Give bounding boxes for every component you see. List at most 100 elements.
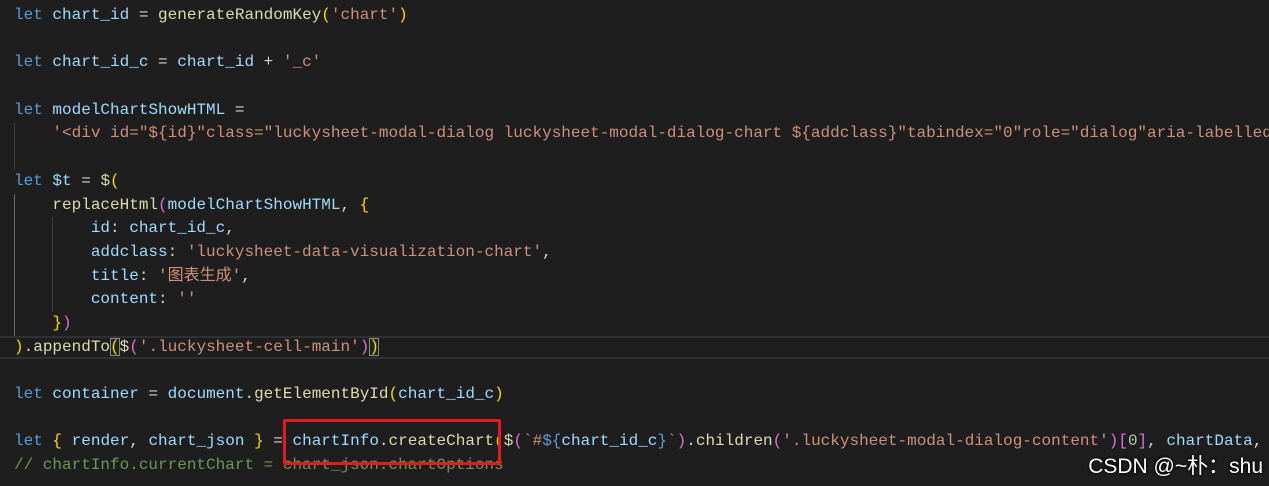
- code-line[interactable]: replaceHtml(modelChartShowHTML, {: [0, 194, 1269, 218]
- code-token: (: [513, 432, 523, 451]
- code-line[interactable]: let modelChartShowHTML =: [0, 99, 1269, 123]
- code-token: '图表生成': [158, 266, 242, 285]
- code-token: getElementById: [254, 385, 389, 403]
- code-token: ,: [1252, 432, 1263, 451]
- code-token: +: [254, 53, 283, 72]
- code-token: modelChartShowHTML: [167, 195, 341, 214]
- code-token: 'luckysheet-data-visualization-chart': [186, 242, 543, 261]
- code-token: ): [398, 6, 408, 24]
- code-line[interactable]: content: '': [0, 288, 1269, 312]
- code-token: (: [321, 6, 331, 24]
- code-line[interactable]: // chartInfo.currentChart = chart_json.c…: [0, 454, 1269, 478]
- code-token: let: [14, 385, 43, 403]
- code-token: (: [772, 432, 783, 451]
- matched-bracket: (: [110, 337, 120, 356]
- code-token: ,: [225, 219, 235, 238]
- code-token: (: [494, 432, 504, 451]
- code-token: chart_id_c: [129, 219, 226, 238]
- code-line[interactable]: [0, 407, 1269, 431]
- code-token: {: [359, 195, 370, 214]
- code-token: chart_id: [177, 53, 255, 72]
- code-token: (: [158, 195, 168, 214]
- code-token: =: [263, 432, 293, 451]
- code-token: ): [359, 337, 370, 356]
- code-token: (: [388, 385, 399, 403]
- code-token: .: [23, 337, 34, 356]
- code-line[interactable]: let { render, chart_json } = chartInfo.c…: [0, 430, 1269, 454]
- code-token: =: [225, 100, 245, 119]
- code-token: :: [138, 266, 159, 285]
- code-token: `: [667, 432, 677, 451]
- code-token: :: [110, 219, 130, 238]
- code-token: :: [158, 290, 178, 309]
- code-token: ${: [542, 432, 562, 451]
- code-token: ,: [542, 242, 552, 261]
- code-editor[interactable]: let chart_id = generateRandomKey('chart'…: [0, 0, 1269, 486]
- code-token: '.luckysheet-modal-dialog-content': [782, 432, 1109, 451]
- code-token: content: [90, 290, 159, 309]
- code-token: =: [138, 385, 168, 403]
- code-token: =: [129, 6, 159, 24]
- code-line[interactable]: [0, 75, 1269, 99]
- code-line[interactable]: }): [0, 312, 1269, 336]
- code-token: id: [90, 219, 111, 238]
- code-token: addclass: [90, 242, 168, 261]
- code-token: replaceHtml: [52, 195, 159, 214]
- code-token: $t: [52, 171, 72, 190]
- code-token: .: [244, 385, 255, 403]
- code-line[interactable]: [0, 359, 1269, 383]
- code-token: (: [110, 171, 120, 190]
- code-token: =: [71, 171, 101, 190]
- code-token: $: [503, 432, 514, 451]
- code-lines[interactable]: let chart_id = generateRandomKey('chart'…: [0, 4, 1269, 478]
- code-token: ): [676, 432, 687, 451]
- code-token: }: [52, 313, 63, 332]
- code-token: let: [14, 171, 43, 190]
- code-token: =: [148, 53, 178, 72]
- code-line[interactable]: [0, 28, 1269, 52]
- code-token: '': [177, 290, 197, 309]
- code-token: '.luckysheet-cell-main': [138, 337, 360, 356]
- code-token: ): [14, 337, 24, 356]
- code-token: 'chart': [330, 6, 399, 24]
- code-token: let: [14, 432, 43, 451]
- code-line[interactable]: let $t = $(: [0, 170, 1269, 194]
- code-token: modelChartShowHTML: [52, 100, 226, 119]
- csdn-watermark: CSDN @~朴：shu: [1088, 455, 1263, 478]
- code-token: let: [14, 100, 43, 119]
- code-line[interactable]: id: chart_id_c,: [0, 217, 1269, 241]
- code-token: chart_id_c: [52, 53, 149, 72]
- code-token: :: [167, 242, 187, 261]
- code-line[interactable]: '<div id="${id}"class="luckysheet-modal-…: [0, 122, 1269, 146]
- code-line[interactable]: [0, 146, 1269, 170]
- code-token: chartData: [1166, 432, 1253, 451]
- code-token: let: [14, 53, 43, 72]
- code-token: chart_id_c: [561, 432, 658, 451]
- code-token: ]: [1137, 432, 1148, 451]
- code-line[interactable]: let chart_id = generateRandomKey('chart'…: [0, 4, 1269, 28]
- code-token: 0: [1127, 432, 1138, 451]
- code-line-current[interactable]: ).appendTo($('.luckysheet-cell-main')): [0, 336, 1269, 360]
- code-line[interactable]: title: '图表生成',: [0, 265, 1269, 289]
- code-token: ,: [1147, 432, 1167, 451]
- code-token: }: [254, 432, 264, 451]
- code-token: $: [119, 337, 130, 356]
- code-token: [: [1118, 432, 1128, 451]
- code-token: render: [71, 432, 130, 451]
- code-line[interactable]: let chart_id_c = chart_id + '_c': [0, 51, 1269, 75]
- code-token: `#: [522, 432, 543, 451]
- code-token: {: [52, 432, 63, 451]
- code-token: (: [129, 337, 139, 356]
- code-line[interactable]: let container = document.getElementById(…: [0, 383, 1269, 407]
- code-line[interactable]: addclass: 'luckysheet-data-visualization…: [0, 241, 1269, 265]
